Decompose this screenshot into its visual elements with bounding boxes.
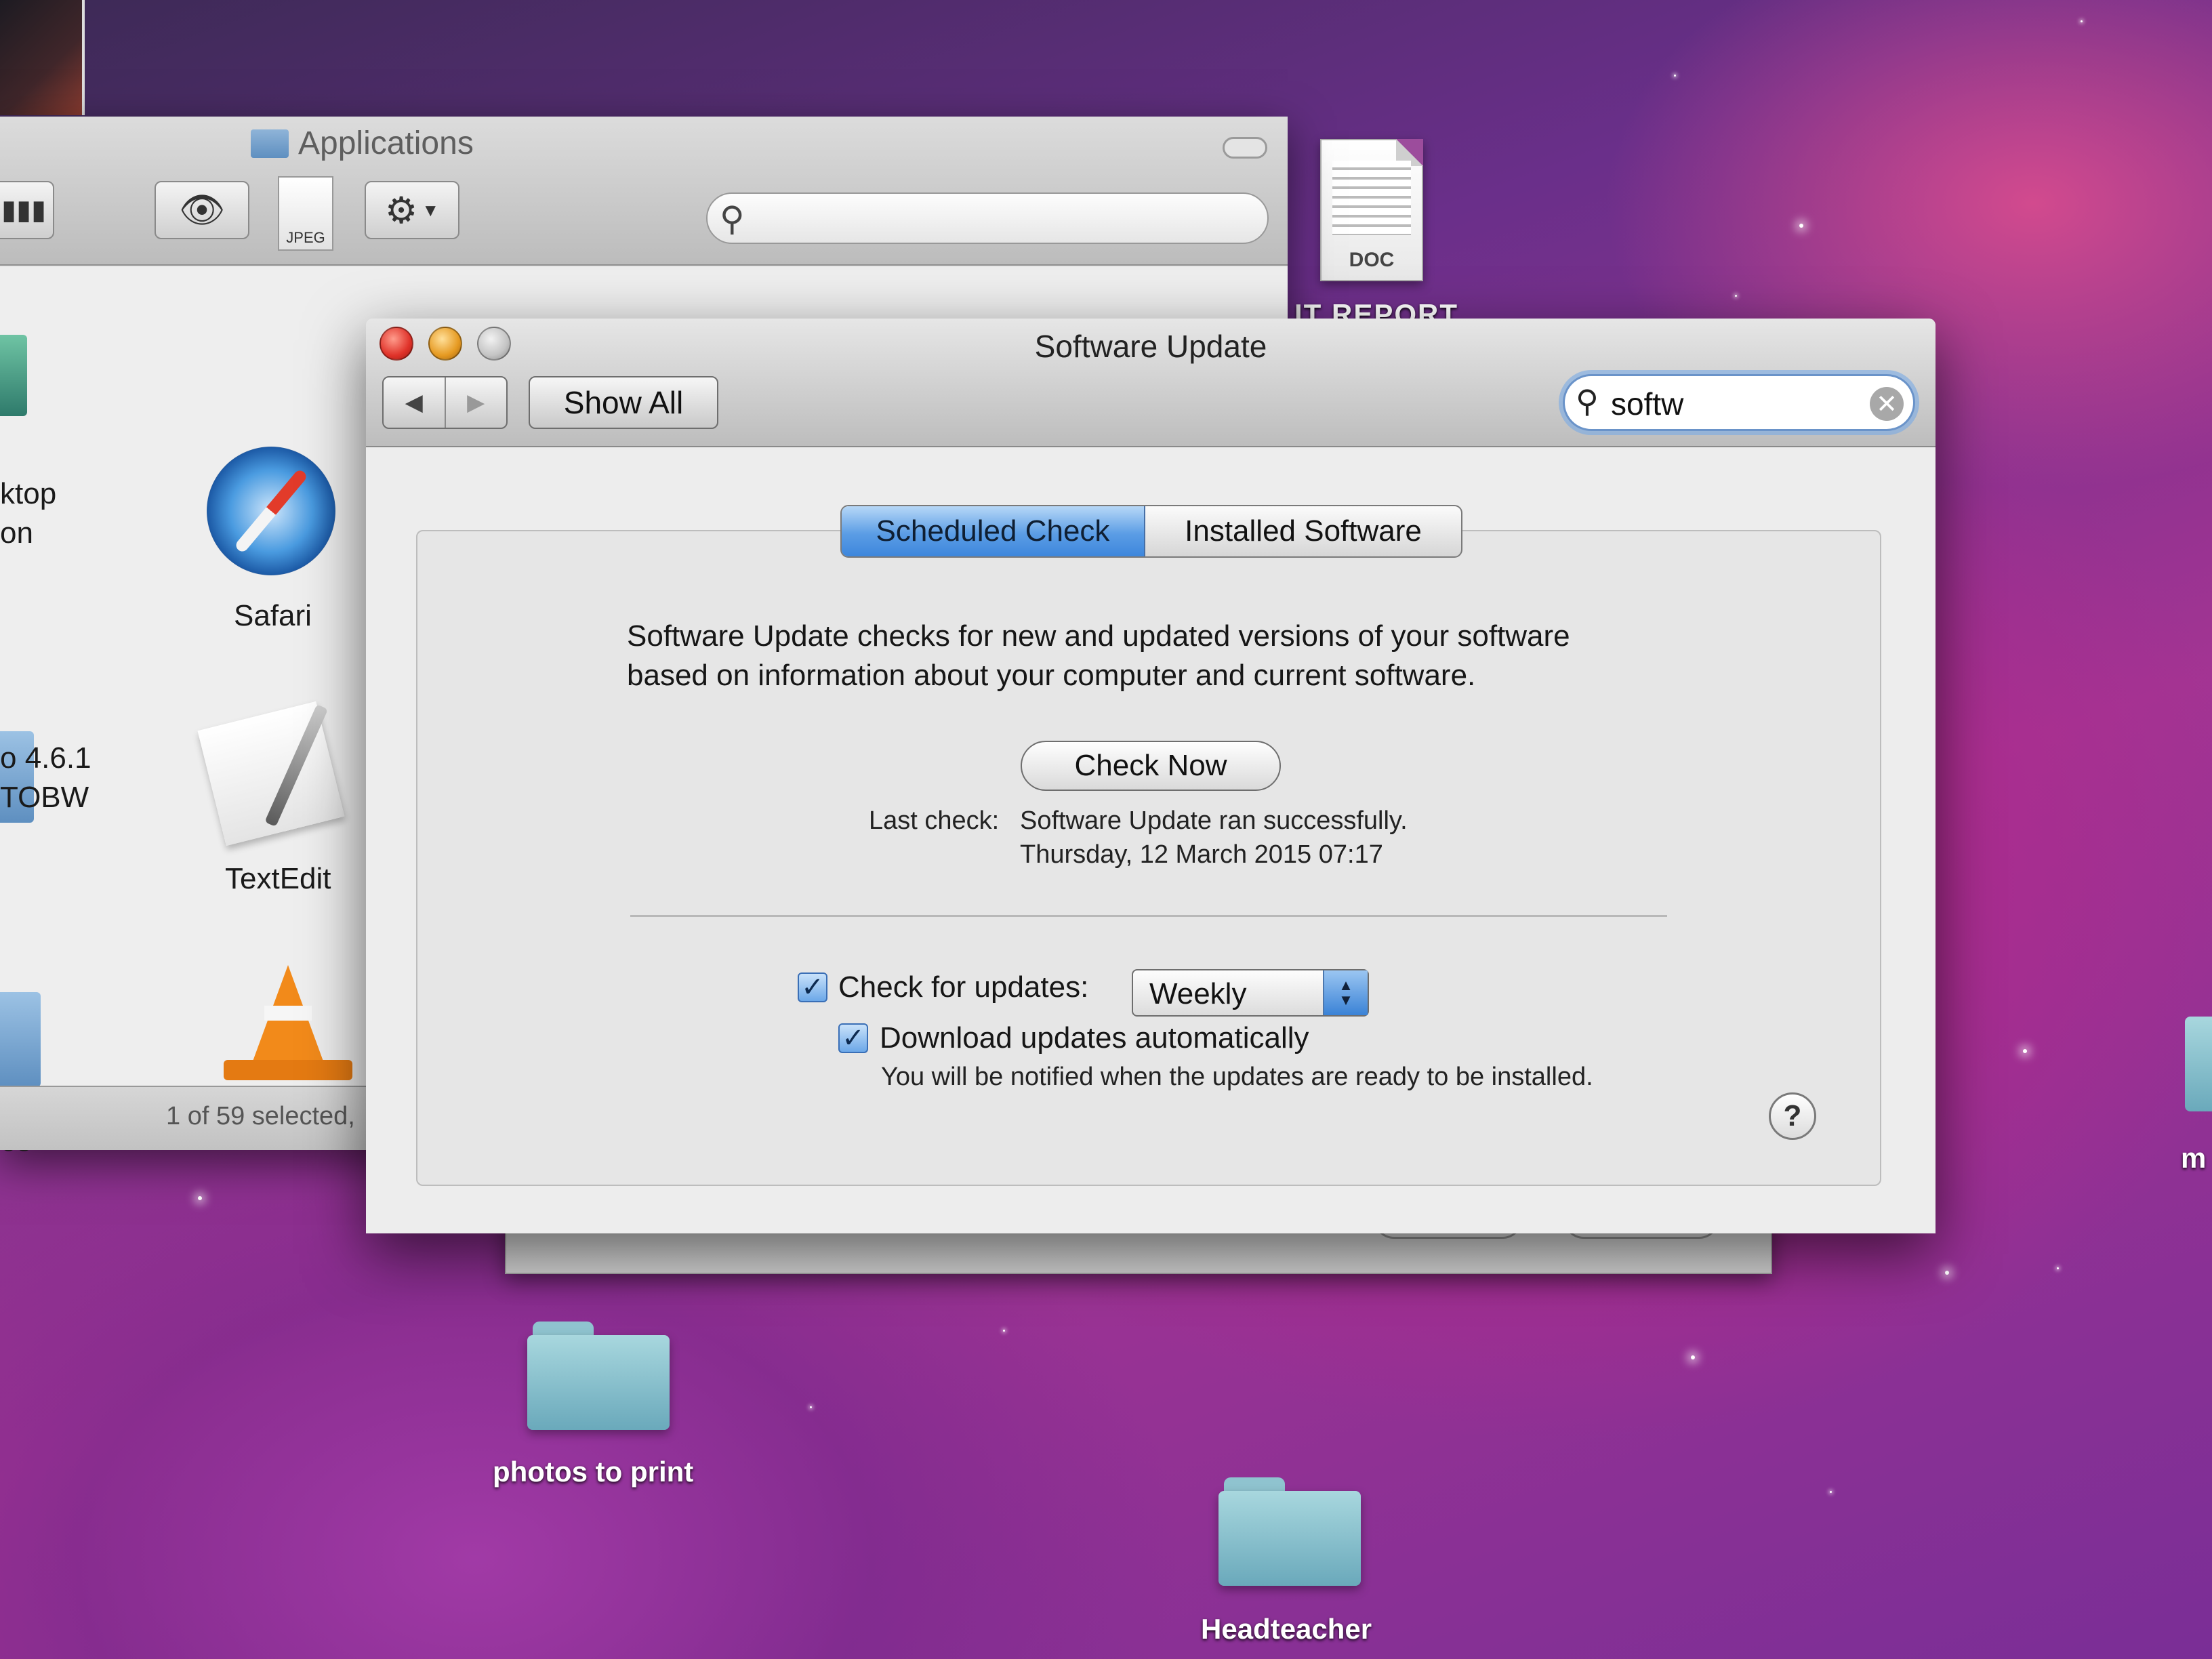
vlc-cone-icon[interactable]	[224, 965, 352, 1080]
description-text: Software Update checks for new and updat…	[627, 617, 1711, 695]
finder-search-input[interactable]: ⚲	[706, 192, 1269, 244]
description-line: Software Update checks for new and updat…	[627, 619, 1570, 653]
quick-look-button[interactable]: 👁	[155, 181, 249, 239]
app-label-partial: o 4.6.1	[0, 741, 91, 775]
compass-needle-icon	[233, 468, 309, 554]
check-for-updates-label[interactable]: Check for updates:	[838, 970, 1088, 1004]
cone-stripe	[264, 1006, 312, 1021]
clear-search-icon[interactable]: ✕	[1870, 387, 1904, 421]
notification-note: You will be notified when the updates ar…	[881, 1063, 1593, 1091]
tab-installed-software[interactable]: Installed Software	[1145, 506, 1461, 556]
last-check-date: Thursday, 12 March 2015 07:17	[1020, 840, 1383, 869]
search-icon: ⚲	[720, 200, 745, 238]
star	[2057, 1267, 2059, 1269]
app-label-safari[interactable]: Safari	[234, 599, 312, 633]
last-check-status: Software Update ran successfully.	[1020, 806, 1408, 835]
tab-scheduled-check[interactable]: Scheduled Check	[842, 506, 1145, 556]
cone-base	[224, 1060, 352, 1080]
toolbar-toggle-button[interactable]	[1223, 137, 1267, 159]
check-now-button[interactable]: Check Now	[1021, 741, 1281, 791]
pen-icon	[264, 704, 329, 827]
finder-title-label: Applications	[298, 125, 474, 161]
app-label-partial: on	[0, 516, 33, 550]
star	[2081, 20, 2083, 22]
action-menu-button[interactable]: ⚙ ▼	[365, 181, 459, 239]
desktop-folder-icon[interactable]	[527, 1322, 670, 1430]
photo-thumbnail	[0, 0, 85, 115]
desktop-folder-label[interactable]: photos to print	[493, 1456, 693, 1488]
desktop-folder-label[interactable]: Headteacher	[1201, 1613, 1372, 1645]
description-line: based on information about your computer…	[627, 659, 1476, 692]
star	[1003, 1330, 1005, 1332]
last-check-label: Last check:	[869, 806, 1000, 835]
finder-toolbar: Applications ▮▮▮ 👁 JPEG ⚙ ▼ ⚲	[0, 117, 1288, 266]
frequency-value: Weekly	[1149, 977, 1247, 1010]
download-automatically-checkbox[interactable]: ✓	[838, 1023, 868, 1053]
download-automatically-label[interactable]: Download updates automatically	[880, 1021, 1309, 1055]
app-label-partial: ktop	[0, 477, 57, 510]
forward-button[interactable]: ▶	[444, 377, 507, 428]
desktop-item-label-partial[interactable]: m	[2181, 1142, 2206, 1174]
app-label-partial: TOBW	[0, 781, 89, 814]
star	[1674, 75, 1676, 77]
search-value[interactable]: softw	[1611, 386, 1683, 422]
doc-file-icon[interactable]: DOC	[1320, 139, 1423, 281]
stepper-arrows-icon: ▲ ▼	[1323, 970, 1368, 1015]
jpeg-badge: JPEG	[286, 229, 325, 246]
folder-icon	[251, 129, 289, 158]
chevron-down-icon: ▼	[422, 199, 440, 220]
help-button[interactable]: ?	[1769, 1092, 1816, 1140]
coverflow-icon: ▮▮▮	[1, 195, 47, 225]
eye-icon: 👁	[178, 189, 226, 230]
tab-bar: Scheduled Check Installed Software	[840, 505, 1462, 558]
desktop-app-icon[interactable]	[0, 335, 27, 416]
desktop-folder-icon[interactable]	[2185, 1017, 2212, 1111]
prefs-search-field[interactable]: ⚲ softw ✕	[1563, 374, 1915, 431]
finder-title: Applications	[251, 125, 474, 162]
star	[1735, 295, 1737, 297]
folder-icon[interactable]	[0, 992, 41, 1087]
window-title: Software Update	[1034, 329, 1267, 364]
window-titlebar: Software Update ◀ ▶ Show All ⚲ softw ✕	[366, 319, 1936, 447]
star	[2023, 1049, 2027, 1053]
back-button[interactable]: ◀	[384, 377, 445, 428]
software-update-window: Software Update ◀ ▶ Show All ⚲ softw ✕ S…	[366, 319, 1936, 1233]
gear-icon: ⚙	[384, 190, 418, 231]
star	[198, 1196, 202, 1200]
star	[1945, 1271, 1949, 1275]
view-mode-button[interactable]: ▮▮▮	[0, 181, 54, 239]
show-all-button[interactable]: Show All	[529, 376, 718, 429]
star	[810, 1406, 812, 1408]
selection-count: 1 of 59 selected,	[166, 1102, 355, 1130]
separator	[630, 915, 1667, 917]
doc-badge: DOC	[1349, 249, 1395, 271]
star	[1691, 1355, 1695, 1359]
app-label-textedit[interactable]: TextEdit	[225, 862, 331, 896]
search-icon: ⚲	[1576, 384, 1599, 419]
back-forward-buttons: ◀ ▶	[382, 376, 508, 429]
star	[1799, 224, 1803, 228]
desktop-folder-icon[interactable]	[1218, 1477, 1361, 1586]
star	[1830, 1491, 1832, 1493]
frequency-popup[interactable]: Weekly ▲ ▼	[1132, 969, 1369, 1017]
textedit-icon[interactable]	[197, 701, 345, 846]
check-for-updates-checkbox[interactable]: ✓	[798, 972, 827, 1002]
safari-icon[interactable]	[207, 447, 335, 575]
jpeg-file-icon[interactable]: JPEG	[278, 176, 333, 251]
